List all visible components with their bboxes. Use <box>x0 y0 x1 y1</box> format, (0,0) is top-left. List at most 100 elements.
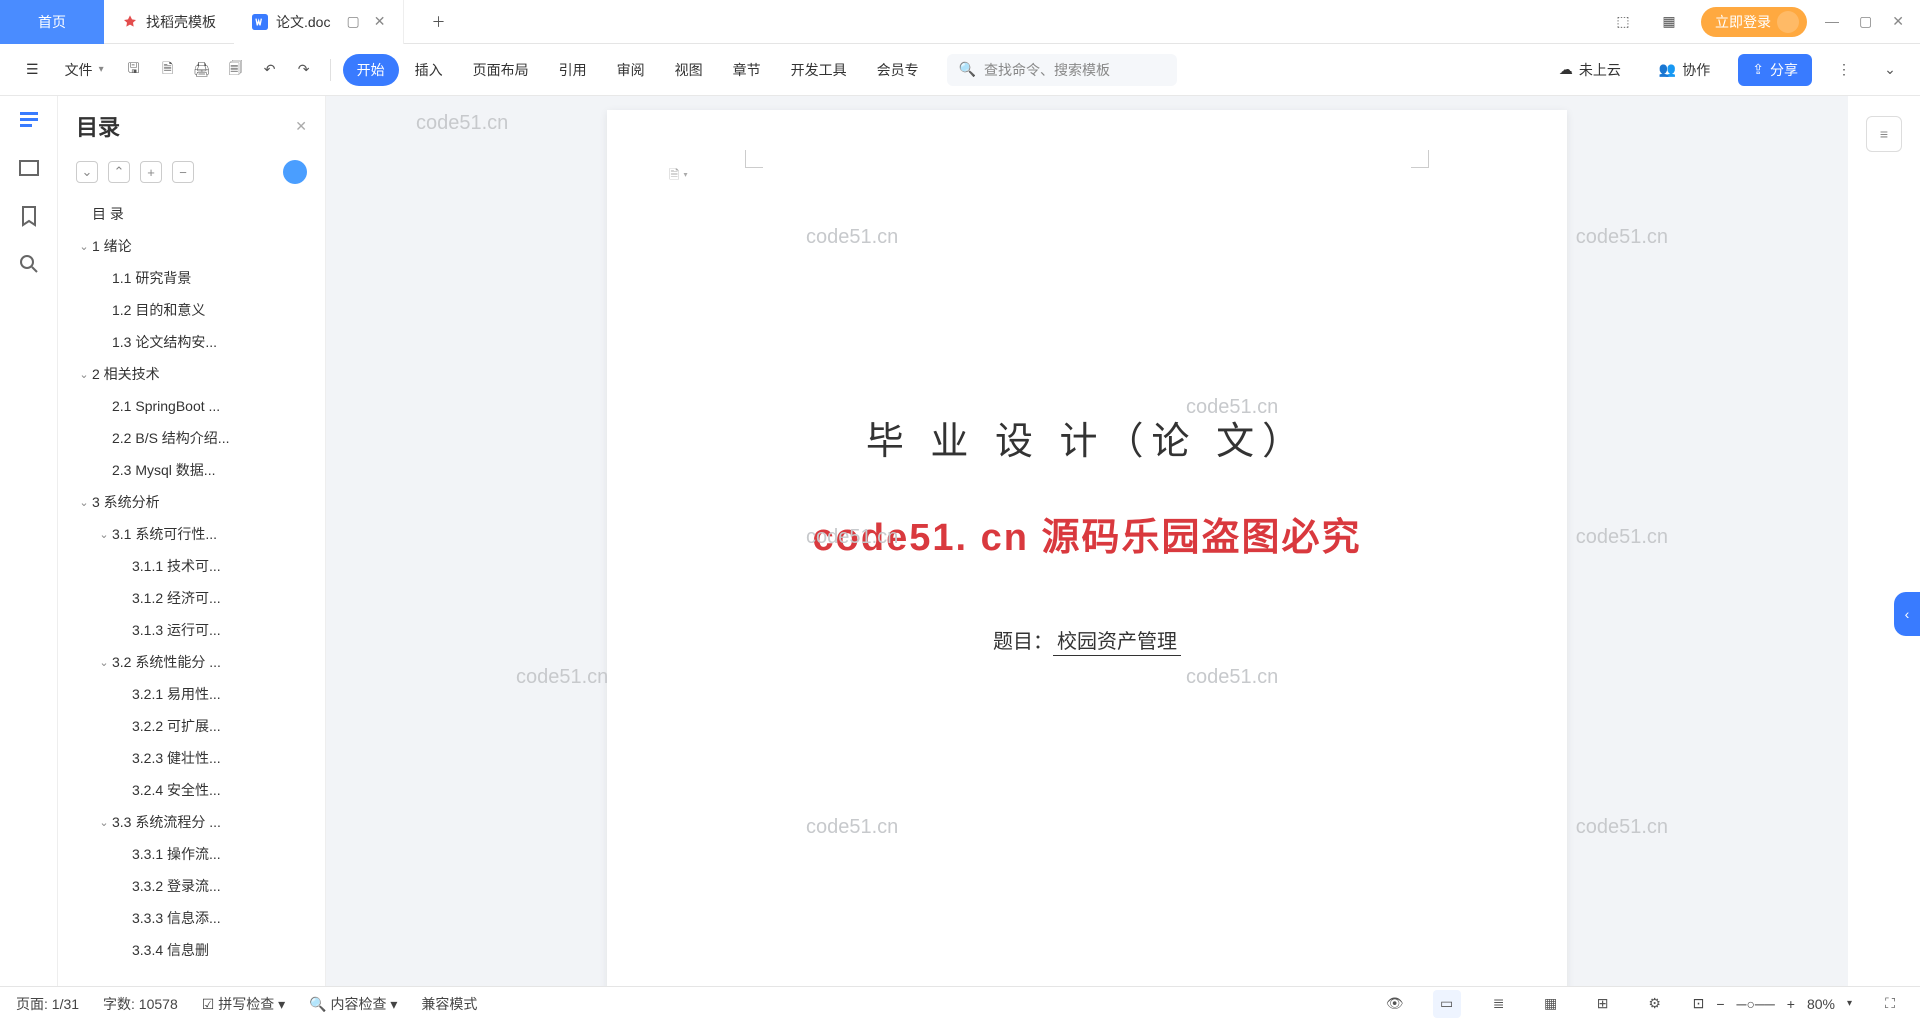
outline-node[interactable]: ⌄3.2 系统性能分 ... <box>58 646 317 678</box>
side-tab-icon[interactable]: ‹ <box>1894 592 1920 636</box>
read-mode-icon[interactable]: 👁 <box>1381 990 1409 1018</box>
watermark-red: code51. cn 源码乐园盗图必究 <box>813 506 1362 561</box>
outline-node[interactable]: 3.1.1 技术可... <box>58 550 317 582</box>
export-icon[interactable]: 🗎 <box>154 56 182 84</box>
collab-button[interactable]: 👥协作 <box>1649 54 1720 86</box>
ribbon-tab-2[interactable]: 页面布局 <box>459 54 543 86</box>
outline-node[interactable]: 3.1.3 运行可... <box>58 614 317 646</box>
login-button[interactable]: 立即登录 <box>1701 7 1807 37</box>
zoom-in-icon[interactable]: + <box>1787 996 1795 1012</box>
tab-add-button[interactable]: ＋ <box>424 8 452 36</box>
outline-node[interactable]: 3.1.2 经济可... <box>58 582 317 614</box>
tab-window-icon[interactable]: ▢ <box>346 13 359 30</box>
fullscreen-icon[interactable]: ⛶ <box>1876 990 1904 1018</box>
add-node-icon[interactable]: + <box>140 161 162 183</box>
watermark-grey: code51.cn <box>1576 526 1668 549</box>
view-outline-icon[interactable]: ≣ <box>1485 990 1513 1018</box>
page: 🗎 ▾ 毕 业 设 计（论 文） 题目：校园资产管理 code51. cn 源码… <box>607 110 1567 986</box>
outline-node[interactable]: ⌄3 系统分析 <box>58 486 317 518</box>
page-indicator[interactable]: 页面: 1/31 <box>16 994 79 1014</box>
outline-node[interactable]: 3.3.2 登录流... <box>58 870 317 902</box>
outline-node[interactable]: 3.2.3 健壮性... <box>58 742 317 774</box>
file-menu[interactable]: 文件▾ <box>55 54 114 86</box>
undo-icon[interactable]: ↶ <box>256 56 284 84</box>
ribbon-tab-1[interactable]: 插入 <box>401 54 457 86</box>
remove-node-icon[interactable]: − <box>172 161 194 183</box>
right-rail-toggle-icon[interactable]: ≡ <box>1866 116 1902 152</box>
outline-rail-icon[interactable] <box>17 108 41 132</box>
collab-icon: 👥 <box>1659 61 1676 78</box>
outline-node[interactable]: 2.1 SpringBoot ... <box>58 390 317 422</box>
ribbon-tab-7[interactable]: 开发工具 <box>777 54 861 86</box>
apps-icon[interactable]: ▦ <box>1655 8 1683 36</box>
ribbon-tab-3[interactable]: 引用 <box>545 54 601 86</box>
zoom-fit-icon[interactable]: ⊡ <box>1693 995 1705 1012</box>
tab-template[interactable]: 找稻壳模板 <box>104 0 234 44</box>
outline-node[interactable]: ⌄2 相关技术 <box>58 358 317 390</box>
view-web-icon[interactable]: ▦ <box>1537 990 1565 1018</box>
more-icon[interactable]: ⋮ <box>1830 56 1858 84</box>
spellcheck-button[interactable]: ☑ 拼写检查 ▾ <box>202 994 285 1014</box>
zoom-slider[interactable]: ─○── <box>1737 996 1775 1012</box>
tab-document[interactable]: 论文.doc ▢ ✕ <box>234 0 404 44</box>
outline-node[interactable]: 3.3.3 信息添... <box>58 902 317 934</box>
minimize-icon[interactable]: — <box>1825 13 1839 30</box>
ribbon-tab-0[interactable]: 开始 <box>343 54 399 86</box>
outline-title: 目录 <box>76 110 295 142</box>
outline-node[interactable]: 2.2 B/S 结构介绍... <box>58 422 317 454</box>
watermark-grey: code51.cn <box>416 112 508 135</box>
word-count[interactable]: 字数: 10578 <box>103 994 178 1014</box>
ribbon-tab-6[interactable]: 章节 <box>719 54 775 86</box>
avatar-icon <box>1777 11 1799 33</box>
collapse-ribbon-icon[interactable]: ⌄ <box>1876 56 1904 84</box>
box-rail-icon[interactable] <box>17 156 41 180</box>
compat-mode: 兼容模式 <box>421 994 477 1014</box>
outline-node[interactable]: 1.3 论文结构安... <box>58 326 317 358</box>
ribbon-tab-8[interactable]: 会员专 <box>863 54 933 86</box>
tab-close-icon[interactable]: ✕ <box>374 13 386 30</box>
outline-node[interactable]: 目 录 <box>58 198 317 230</box>
outline-node[interactable]: 3.3.1 操作流... <box>58 838 317 870</box>
share-button[interactable]: ⇪分享 <box>1738 54 1812 86</box>
outline-close-icon[interactable]: ✕ <box>295 118 307 135</box>
search-icon: 🔍 <box>959 61 976 78</box>
print-icon[interactable]: 🖨 <box>188 56 216 84</box>
view-ruler-icon[interactable]: ⊞ <box>1589 990 1617 1018</box>
outline-node[interactable]: ⌄1 绪论 <box>58 230 317 262</box>
doc-heading: 毕 业 设 计（论 文） <box>687 410 1487 465</box>
collapse-all-icon[interactable]: ⌄ <box>76 161 98 183</box>
outline-node[interactable]: 2.3 Mysql 数据... <box>58 454 317 486</box>
page-header-icon[interactable]: 🗎 ▾ <box>669 166 688 188</box>
ribbon-tab-4[interactable]: 审阅 <box>603 54 659 86</box>
view-tool-icon[interactable]: ⚙ <box>1641 990 1669 1018</box>
document-canvas[interactable]: 🗎 ▾ 毕 业 设 计（论 文） 题目：校园资产管理 code51. cn 源码… <box>326 96 1848 986</box>
outline-node[interactable]: 1.2 目的和意义 <box>58 294 317 326</box>
preview-icon[interactable]: 🗐 <box>222 56 250 84</box>
outline-node[interactable]: 1.1 研究背景 <box>58 262 317 294</box>
redo-icon[interactable]: ↷ <box>290 56 318 84</box>
cloud-status[interactable]: ☁未上云 <box>1549 54 1631 86</box>
layout-icon[interactable]: ⬚ <box>1609 8 1637 36</box>
outline-node[interactable]: 3.2.2 可扩展... <box>58 710 317 742</box>
zoom-value[interactable]: 80% <box>1807 996 1835 1012</box>
zoom-out-icon[interactable]: − <box>1716 996 1724 1012</box>
login-label: 立即登录 <box>1715 12 1771 32</box>
outline-node[interactable]: ⌄3.3 系统流程分 ... <box>58 806 317 838</box>
ribbon-tab-5[interactable]: 视图 <box>661 54 717 86</box>
outline-node[interactable]: 3.2.1 易用性... <box>58 678 317 710</box>
bookmark-rail-icon[interactable] <box>17 204 41 228</box>
outline-node[interactable]: ⌄3.1 系统可行性... <box>58 518 317 550</box>
hamburger-icon[interactable]: ☰ <box>16 55 49 84</box>
search-rail-icon[interactable] <box>17 252 41 276</box>
expand-all-icon[interactable]: ⌃ <box>108 161 130 183</box>
search-input[interactable]: 🔍 查找命令、搜索模板 <box>947 54 1177 86</box>
outline-node[interactable]: 3.2.4 安全性... <box>58 774 317 806</box>
maximize-icon[interactable]: ▢ <box>1859 13 1872 30</box>
tab-home[interactable]: 首页 <box>0 0 104 44</box>
view-page-icon[interactable]: ▭ <box>1433 990 1461 1018</box>
inspect-button[interactable]: 🔍 内容检查 ▾ <box>309 994 397 1014</box>
assistant-icon[interactable] <box>283 160 307 184</box>
outline-node[interactable]: 3.3.4 信息删 <box>58 934 317 966</box>
close-icon[interactable]: ✕ <box>1892 13 1904 30</box>
save-icon[interactable]: 🖫 <box>120 56 148 84</box>
